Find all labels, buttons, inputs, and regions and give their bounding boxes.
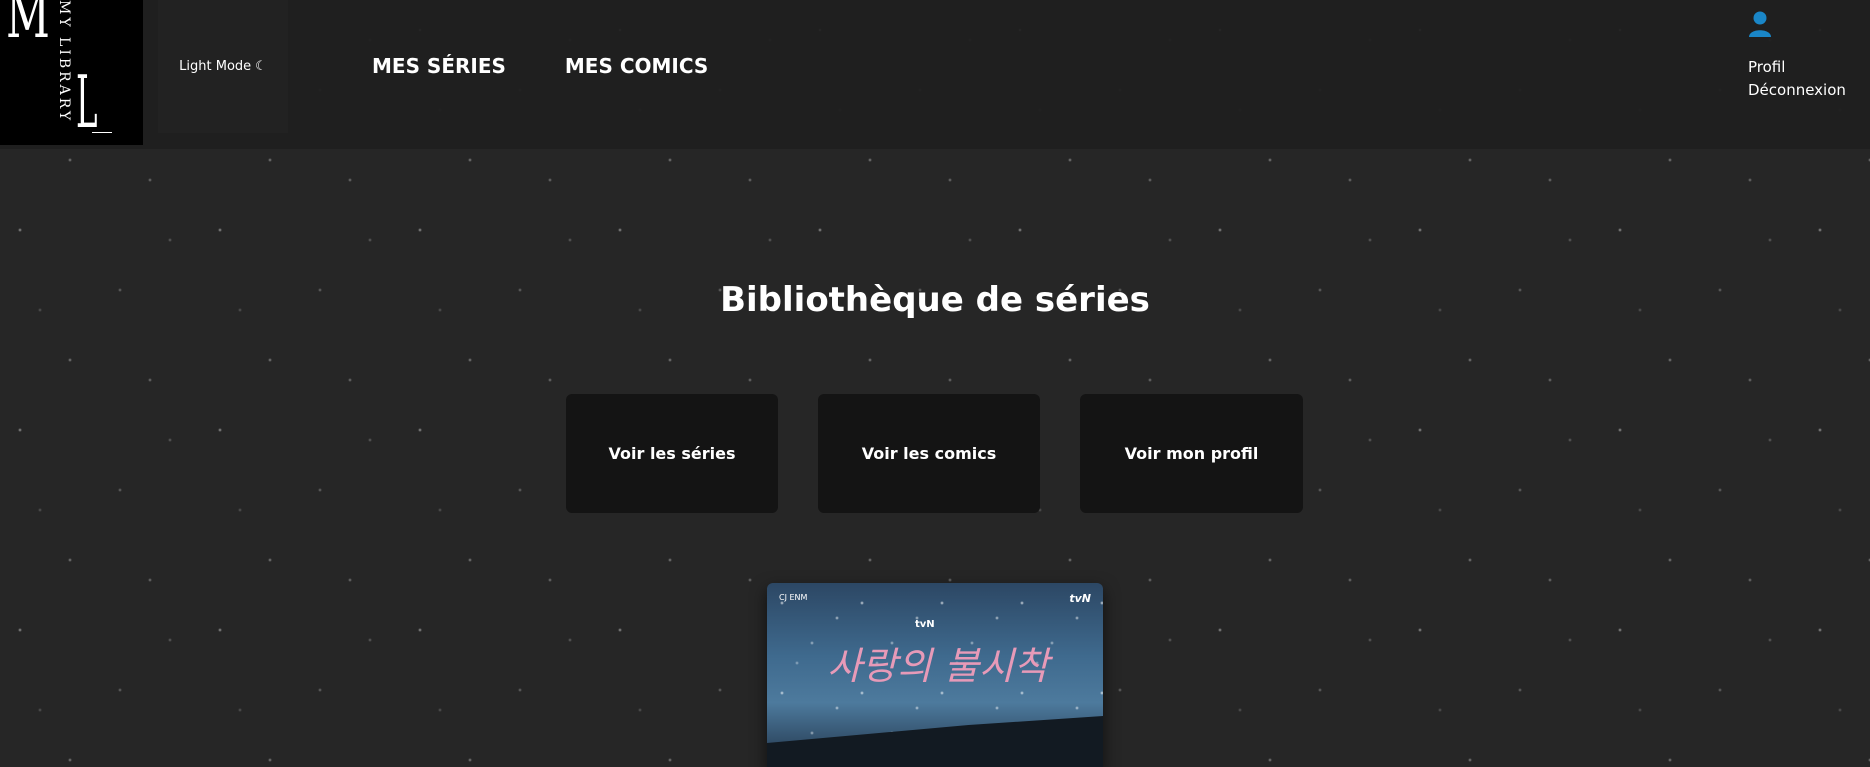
profile-link[interactable]: Profil (1748, 58, 1846, 76)
moon-icon: ☾ (255, 59, 267, 74)
logo-underline (92, 132, 112, 133)
series-poster[interactable]: CJ ENM tvN tvN 사랑의 불시착 (767, 583, 1103, 767)
view-series-card[interactable]: Voir les séries (566, 394, 778, 513)
user-icon[interactable] (1748, 10, 1772, 40)
page-title: Bibliothèque de séries (720, 280, 1150, 320)
poster-title: 사랑의 불시착 (827, 644, 1049, 688)
poster-studio-logo: CJ ENM (779, 593, 808, 602)
light-mode-toggle[interactable]: Light Mode ☾ (158, 0, 288, 133)
action-cards: Voir les séries Voir les comics Voir mon… (0, 394, 1870, 513)
poster-sub-logo: tvN (915, 619, 935, 630)
poster-channel-logo: tvN (1069, 592, 1091, 605)
view-comics-card[interactable]: Voir les comics (818, 394, 1040, 513)
logout-link[interactable]: Déconnexion (1748, 81, 1846, 99)
top-header: M MY LIBRARY L Light Mode ☾ MES SÉRIES M… (0, 0, 1870, 149)
view-profile-card[interactable]: Voir mon profil (1080, 394, 1303, 513)
nav-link-comics[interactable]: MES COMICS (565, 54, 708, 78)
logo-letter-l: L (76, 60, 98, 144)
nav-link-series[interactable]: MES SÉRIES (372, 54, 506, 78)
user-menu: Profil Déconnexion (1748, 10, 1846, 99)
user-links: Profil Déconnexion (1748, 58, 1846, 99)
logo-letter-m: M (6, 0, 50, 53)
main-nav: MES SÉRIES MES COMICS (372, 54, 708, 78)
site-logo[interactable]: M MY LIBRARY L (0, 0, 143, 145)
logo-vertical-text: MY LIBRARY (56, 0, 72, 124)
light-mode-label: Light Mode (179, 59, 252, 74)
